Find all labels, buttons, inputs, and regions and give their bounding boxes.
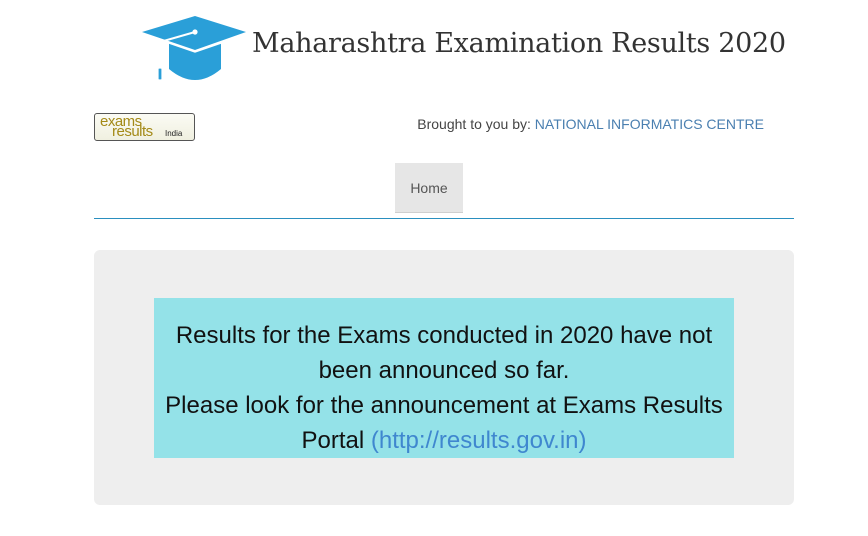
nic-link[interactable]: NATIONAL INFORMATICS CENTRE <box>535 116 764 132</box>
page: Maharashtra Examination Results 2020 exa… <box>0 0 868 536</box>
graduation-cap-icon <box>142 16 246 81</box>
site-title: Maharashtra Examination Results 2020 <box>252 27 786 59</box>
main-nav: Home <box>94 163 794 219</box>
results-notice: Results for the Exams conducted in 2020 … <box>154 298 734 458</box>
credit-line: Brought to you by: NATIONAL INFORMATICS … <box>417 116 764 132</box>
exams-results-india-logo[interactable]: exams results India <box>94 113 195 141</box>
content-panel: Results for the Exams conducted in 2020 … <box>94 250 794 505</box>
notice-line-1: Results for the Exams conducted in 2020 … <box>175 322 713 384</box>
credit-prefix: Brought to you by: <box>417 116 531 132</box>
logo-line-results: results <box>112 123 153 140</box>
logo-suffix-india: India <box>165 129 183 138</box>
nav-item-home[interactable]: Home <box>395 163 463 213</box>
site-header: Maharashtra Examination Results 2020 <box>140 12 786 88</box>
results-portal-link[interactable]: (http://results.gov.in) <box>371 427 587 454</box>
